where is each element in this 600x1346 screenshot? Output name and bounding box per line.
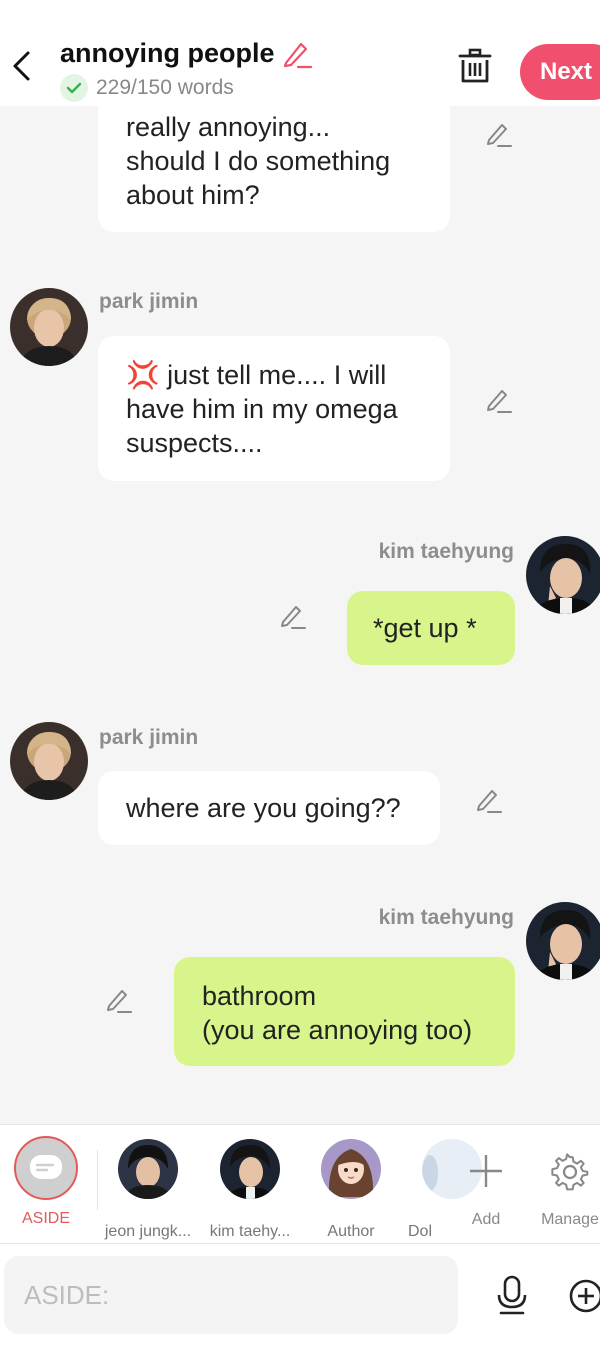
message-bubble[interactable]: *get up * [347,591,515,665]
character-label: jeon jungk... [104,1223,192,1240]
story-title-text: annoying people [60,38,275,68]
story-title[interactable]: annoying people [60,38,313,69]
message-line: really annoying... [126,112,331,142]
back-button[interactable] [8,48,36,84]
character-aside[interactable] [14,1136,78,1200]
edit-message-icon[interactable] [482,118,514,150]
gear-icon [551,1153,589,1191]
message-line: (you are annoying too) [202,1015,473,1045]
status-bar [0,0,600,8]
chevron-left-icon [13,51,30,81]
aside-bubble-icon [30,1155,62,1179]
word-count-text: 229/150 words [96,76,234,99]
message-line: about him? [126,180,260,210]
microphone-icon [497,1275,527,1315]
character-selector: jeon jungk... kim taehy... Author Dol Ad… [0,1124,600,1244]
message-input[interactable] [4,1256,458,1334]
header: annoying people 229/150 words Next [0,8,600,106]
message-line: suspects.... [126,428,263,458]
avatar-park-jimin[interactable] [10,722,88,800]
message-line: have him in my omega [126,394,398,424]
add-character-button[interactable]: Add [440,1137,532,1237]
avatar [118,1139,178,1199]
manage-label: Manage [541,1211,599,1228]
sender-name: kim taehyung [378,540,514,563]
sender-name: park jimin [99,290,199,313]
message-bubble[interactable]: really annoying... should I do something… [98,106,450,232]
next-button[interactable]: Next [520,44,600,100]
add-label: Add [471,1211,501,1228]
message-line: *get up * [373,613,477,643]
edit-message-icon[interactable] [482,384,514,416]
message-line: where are you going?? [126,793,401,823]
avatar-park-jimin[interactable] [10,288,88,366]
manage-characters-button[interactable]: Manage [530,1137,600,1237]
divider [97,1150,98,1210]
sender-name: park jimin [99,726,199,749]
word-count: 229/150 words [60,74,234,102]
message-line: 💢 just tell me.... I will [126,360,387,390]
pencil-icon[interactable] [281,39,313,69]
check-icon [60,74,88,102]
edit-message-icon[interactable] [276,600,308,632]
attach-button[interactable] [568,1278,600,1314]
character-label: kim taehy... [209,1223,291,1240]
plus-circle-icon [569,1279,600,1313]
input-bar [0,1244,600,1346]
delete-button[interactable] [456,46,494,86]
edit-message-icon[interactable] [472,784,504,816]
edit-message-icon[interactable] [102,984,134,1016]
message-bubble[interactable]: where are you going?? [98,771,440,845]
character-label: Dol [407,1223,432,1240]
character-jeon-jungkook[interactable]: jeon jungk... [100,1137,196,1241]
message-bubble[interactable]: bathroom (you are annoying too) [174,957,515,1066]
chat-area[interactable]: really annoying... should I do something… [0,106,600,1124]
avatar-kim-taehyung[interactable] [526,902,600,980]
sender-name: kim taehyung [378,906,514,929]
character-kim-taehyung[interactable]: kim taehy... [202,1137,298,1241]
trash-icon [458,48,492,83]
anger-emoji: 💢 [126,360,160,390]
message-line: bathroom [202,981,317,1011]
voice-button[interactable] [494,1274,530,1316]
avatar-kim-taehyung[interactable] [526,536,600,614]
avatar [220,1139,280,1199]
aside-label: ASIDE [21,1210,70,1227]
message-bubble[interactable]: 💢 just tell me.... I will have him in my… [98,336,450,481]
message-line: should I do something [126,146,391,176]
plus-icon [470,1155,502,1187]
chat-story-editor: annoying people 229/150 words Next reall… [0,0,600,1346]
